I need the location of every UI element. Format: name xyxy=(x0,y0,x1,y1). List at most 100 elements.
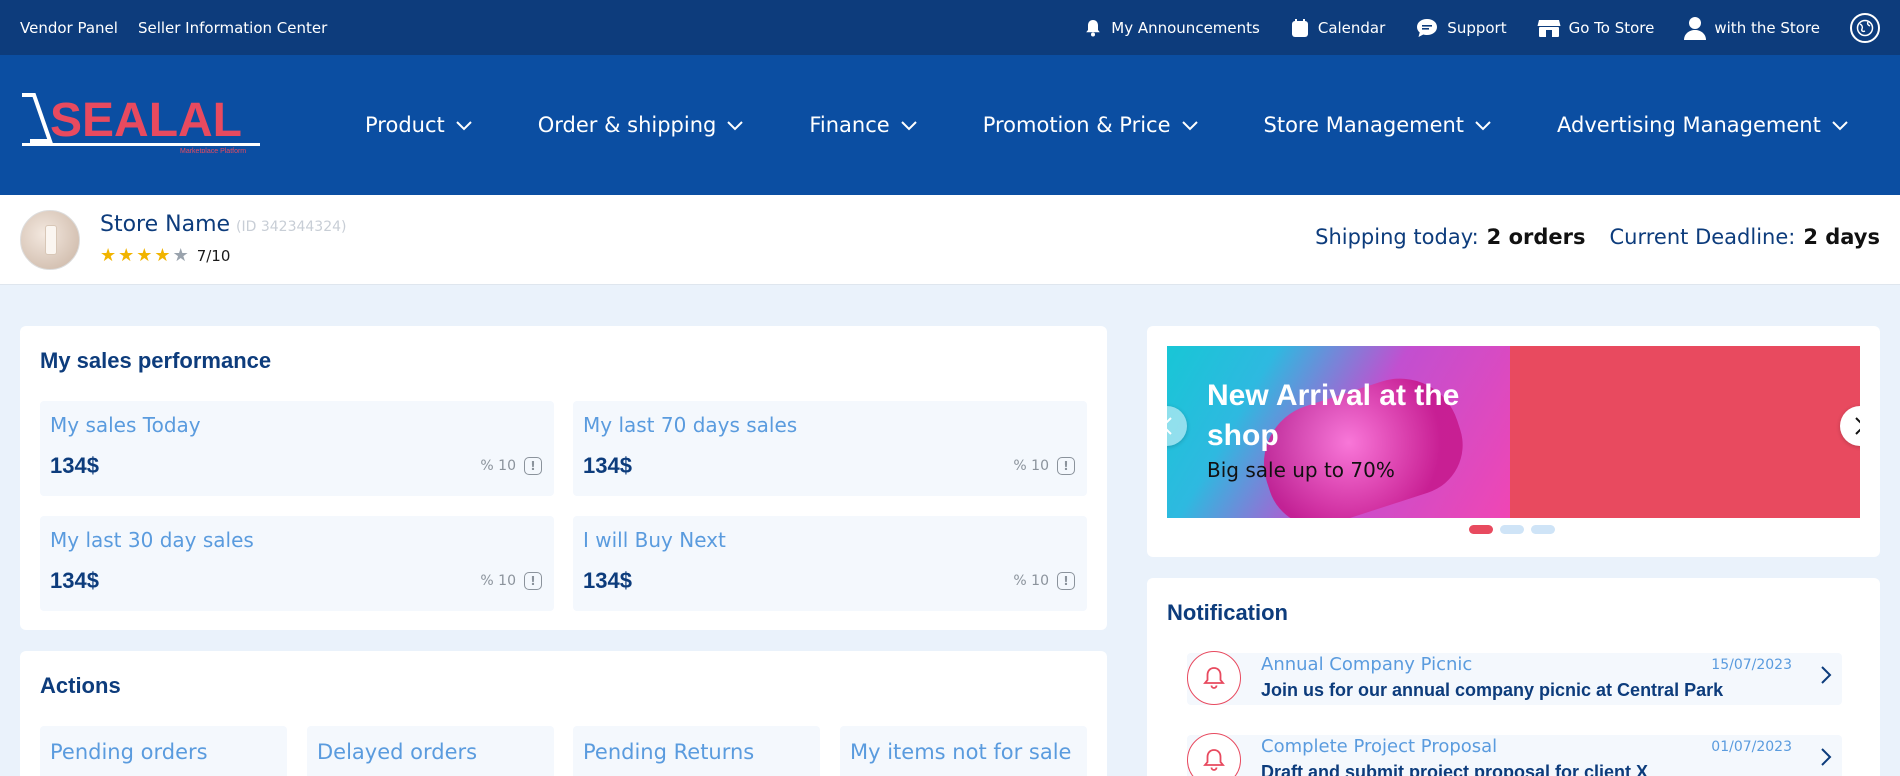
support-label: Support xyxy=(1447,18,1507,37)
stat-percent: % 10! xyxy=(480,457,542,475)
sealal-logo[interactable]: SEALAL Marketplace Platform xyxy=(20,93,260,155)
store-avatar[interactable] xyxy=(20,210,80,270)
nav-product-label: Product xyxy=(365,113,445,137)
store-id: (ID 342344324) xyxy=(236,219,347,235)
stat-percent-text: % 10 xyxy=(480,573,516,589)
store-name: Store Name (ID 342344324) xyxy=(100,212,347,237)
nav-order-shipping[interactable]: Order & shipping xyxy=(538,113,745,137)
vendor-panel-link[interactable]: Vendor Panel xyxy=(20,19,118,37)
notification-title-text: Complete Project Proposal xyxy=(1261,736,1498,757)
info-icon[interactable]: ! xyxy=(524,572,542,590)
chevron-down-icon xyxy=(727,121,744,131)
chevron-right-icon[interactable] xyxy=(1820,665,1832,689)
stat-percent: % 10! xyxy=(480,572,542,590)
stat-value: 134$ xyxy=(50,453,99,478)
nav-promotion-price[interactable]: Promotion & Price xyxy=(983,113,1199,137)
chevron-down-icon xyxy=(900,121,917,131)
support-link[interactable]: Support xyxy=(1415,17,1507,39)
stat-label: I will Buy Next xyxy=(583,528,726,552)
action-items-not-for-sale[interactable]: My items not for sale xyxy=(840,726,1087,776)
action-pending-orders[interactable]: Pending orders xyxy=(40,726,287,776)
shipping-today: Shipping today: 2 orders xyxy=(1315,225,1585,249)
actions-card: Actions Pending orders Delayed orders Pe… xyxy=(20,651,1107,776)
promo-carousel[interactable]: New Arrival at the shop Big sale up to 7… xyxy=(1167,346,1860,518)
svg-text:SEALAL: SEALAL xyxy=(50,94,242,147)
carousel-dot[interactable] xyxy=(1531,525,1555,534)
carousel-dot[interactable] xyxy=(1500,525,1524,534)
stat-sales-today[interactable]: My sales Today 134$ % 10! xyxy=(40,401,554,496)
nav-advertising-management-label: Advertising Management xyxy=(1557,113,1821,137)
action-delayed-orders[interactable]: Delayed orders xyxy=(307,726,554,776)
with-the-store-link[interactable]: with the Store xyxy=(1684,16,1820,40)
nav-promotion-price-label: Promotion & Price xyxy=(982,113,1171,137)
store-icon xyxy=(1537,19,1561,37)
notification-body: Draft and submit project proposal for cl… xyxy=(1261,762,1649,776)
announcements-label: My Announcements xyxy=(1111,18,1260,37)
actions-title: Actions xyxy=(40,673,121,698)
info-icon[interactable]: ! xyxy=(1057,572,1075,590)
top-bar: Vendor Panel Seller Information Center M… xyxy=(0,0,1900,55)
notification-body: Join us for our annual company picnic at… xyxy=(1261,680,1724,700)
info-icon[interactable]: ! xyxy=(1057,457,1075,475)
stat-label: My sales Today xyxy=(50,413,201,437)
notification-title-text: Annual Company Picnic xyxy=(1261,654,1473,675)
action-pending-returns[interactable]: Pending Returns xyxy=(573,726,820,776)
nav-finance[interactable]: Finance xyxy=(809,113,917,137)
svg-text:Marketplace Platform: Marketplace Platform xyxy=(180,148,246,153)
chevron-down-icon xyxy=(1475,121,1491,131)
carousel-dot[interactable] xyxy=(1469,525,1493,534)
language-button[interactable] xyxy=(1850,12,1880,43)
stat-percent: % 10! xyxy=(1013,572,1075,590)
star-icon: ★ xyxy=(154,245,171,266)
carousel-indicators xyxy=(1469,525,1555,534)
bell-icon xyxy=(1187,651,1241,705)
user-icon xyxy=(1684,16,1707,40)
stat-last-70-days[interactable]: My last 70 days sales 134$ % 10! xyxy=(573,401,1087,496)
nav-advertising-management[interactable]: Advertising Management xyxy=(1557,113,1849,137)
star-icon: ★ xyxy=(136,245,153,266)
stat-percent-text: % 10 xyxy=(1013,458,1049,474)
nav-product[interactable]: Product xyxy=(365,113,473,137)
announcements-link[interactable]: My Announcements xyxy=(1083,18,1260,38)
chat-icon xyxy=(1417,18,1438,37)
nav-finance-label: Finance xyxy=(809,113,890,137)
rating-value: 7/10 xyxy=(196,246,231,265)
notification-item[interactable]: Annual Company Picnic 15/07/2023 Join us… xyxy=(1187,651,1842,705)
info-icon[interactable]: ! xyxy=(524,457,542,475)
nav-order-shipping-label: Order & shipping xyxy=(537,113,717,137)
chevron-down-icon xyxy=(1181,121,1198,131)
chevron-right-icon[interactable] xyxy=(1820,747,1832,771)
stat-value: 134$ xyxy=(583,568,632,593)
store-info-bar: Store Name (ID 342344324) ★ ★ ★ ★ ★ 7/10 … xyxy=(0,195,1900,285)
stat-buy-next[interactable]: I will Buy Next 134$ % 10! xyxy=(573,516,1087,611)
action-label: Delayed orders xyxy=(317,740,478,764)
carousel-next-button[interactable] xyxy=(1840,406,1860,446)
store-rating: ★ ★ ★ ★ ★ 7/10 xyxy=(100,245,230,266)
current-deadline: Current Deadline: 2 days xyxy=(1610,225,1880,249)
calendar-link[interactable]: Calendar xyxy=(1290,18,1385,38)
nav-store-management-label: Store Management xyxy=(1263,113,1465,137)
globe-icon xyxy=(1856,19,1874,36)
main-navbar: SEALAL Marketplace Platform Product Orde… xyxy=(0,55,1900,195)
go-to-store-link[interactable]: Go To Store xyxy=(1537,18,1655,38)
stat-last-30-days[interactable]: My last 30 day sales 134$ % 10! xyxy=(40,516,554,611)
action-label: Pending Returns xyxy=(583,740,755,764)
stat-value: 134$ xyxy=(50,568,99,593)
banner-subtitle: Big sale up to 70% xyxy=(1207,458,1395,482)
seller-info-center-link[interactable]: Seller Information Center xyxy=(138,19,327,37)
with-the-store-label: with the Store xyxy=(1714,18,1820,37)
star-empty-icon: ★ xyxy=(172,245,189,266)
go-to-store-label: Go To Store xyxy=(1568,18,1655,37)
promo-banner-card: New Arrival at the shop Big sale up to 7… xyxy=(1147,326,1880,557)
sales-performance-card: My sales performance My sales Today 134$… xyxy=(20,326,1107,630)
chevron-right-icon xyxy=(1855,417,1860,435)
star-icon: ★ xyxy=(100,245,117,266)
calendar-icon xyxy=(1291,18,1308,37)
calendar-label: Calendar xyxy=(1317,18,1386,37)
bell-icon xyxy=(1086,19,1101,36)
nav-store-management[interactable]: Store Management xyxy=(1264,113,1493,137)
stat-label: My last 30 day sales xyxy=(50,528,254,552)
shipping-summary: Shipping today: 2 orders Current Deadline… xyxy=(1315,225,1880,249)
stat-value: 134$ xyxy=(583,453,632,478)
notification-item[interactable]: Complete Project Proposal 01/07/2023 Dra… xyxy=(1187,733,1842,776)
